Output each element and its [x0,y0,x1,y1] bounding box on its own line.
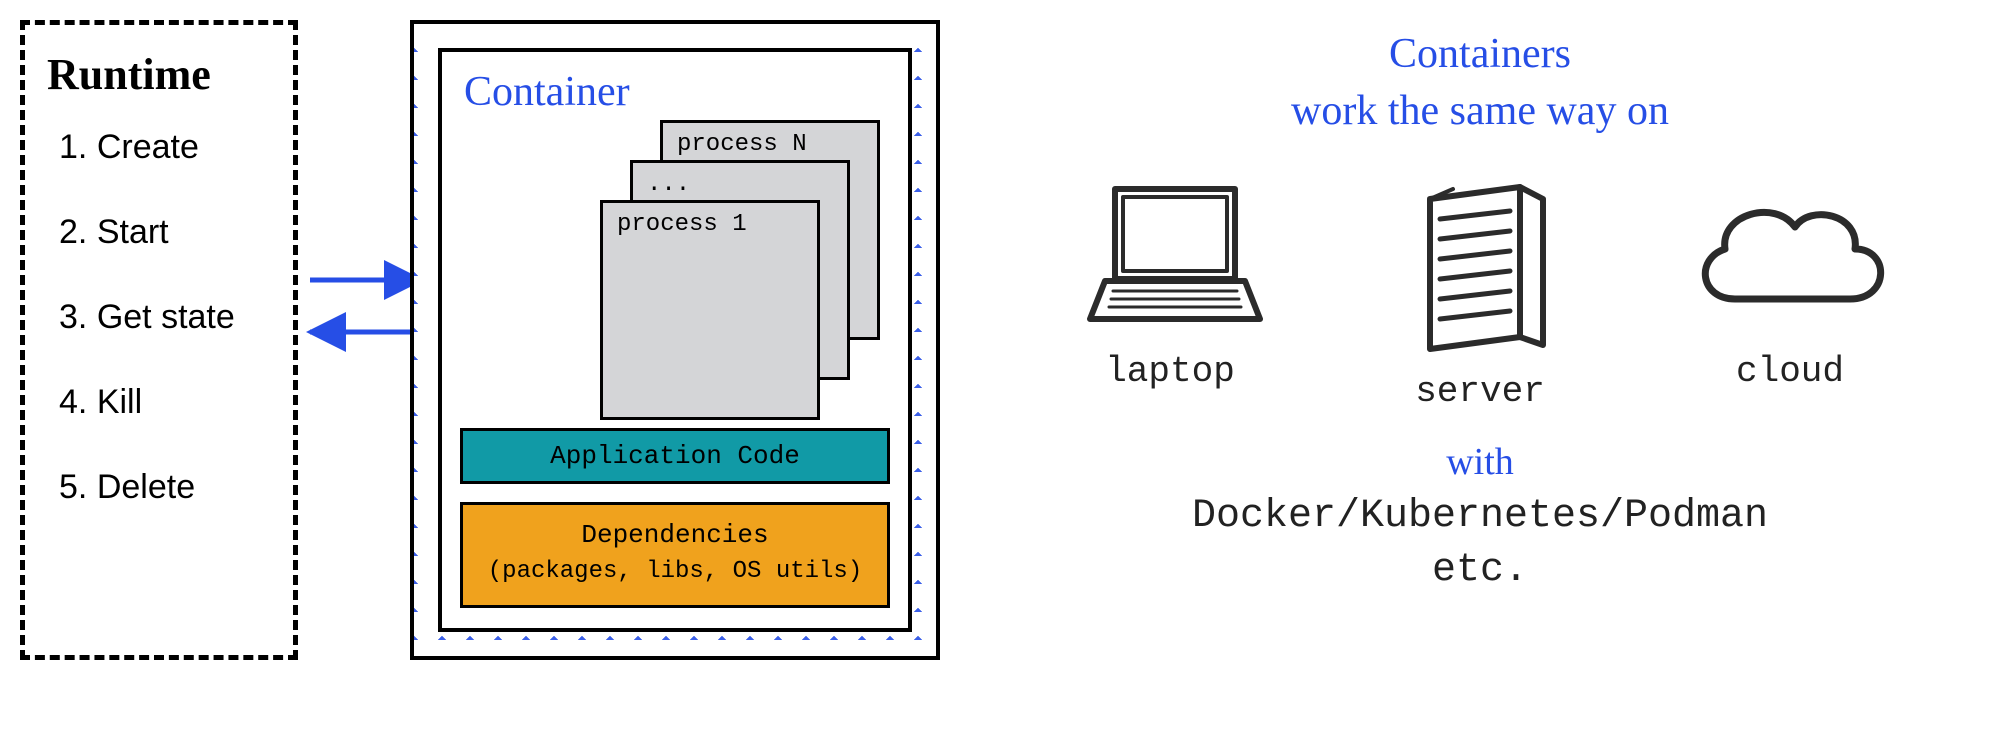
runtime-op-delete: Delete [59,468,271,507]
tagline-line2: work the same way on [1291,88,1669,134]
dependencies-title: Dependencies [581,520,768,550]
env-server-label: server [1415,371,1545,412]
server-icon [1395,169,1565,359]
diagram-stage: Runtime Create Start Get state Kill Dele… [20,20,1980,723]
tagline: Containers work the same way on [990,26,1970,139]
container-inner: Container process N ... process 1 Applic… [438,48,912,632]
tools-line1: Docker/Kubernetes/Podman [1192,494,1768,539]
container-box: Container process N ... process 1 Applic… [410,20,940,660]
env-cloud-label: cloud [1736,351,1844,392]
process-stack: process N ... process 1 [460,112,890,412]
environments-row: laptop server [990,169,1970,412]
application-code-box: Application Code [460,428,890,484]
with-label: with [990,440,1970,484]
dependencies-subtitle: (packages, libs, OS utils) [469,555,881,590]
env-server: server [1355,169,1605,412]
process-card-1-label: process 1 [617,211,747,238]
runtime-ops-list: Create Start Get state Kill Delete [47,128,271,507]
portability-caption: Containers work the same way on laptop [990,20,1970,598]
process-card-n-label: process N [677,131,807,158]
container-title: Container [464,68,890,116]
laptop-icon [1075,169,1265,339]
tools-line2: etc. [1432,548,1528,593]
runtime-op-start: Start [59,213,271,252]
tagline-line1: Containers [1389,31,1571,77]
runtime-box: Runtime Create Start Get state Kill Dele… [20,20,298,660]
process-card-1: process 1 [600,200,820,420]
runtime-title: Runtime [47,49,271,100]
runtime-op-getstate: Get state [59,298,271,337]
application-code-label: Application Code [550,441,800,471]
process-card-mid-label: ... [647,171,690,198]
dependencies-box: Dependencies (packages, libs, OS utils) [460,502,890,608]
env-laptop-label: laptop [1105,351,1235,392]
runtime-op-kill: Kill [59,383,271,422]
env-cloud: cloud [1665,169,1915,412]
env-laptop: laptop [1045,169,1295,412]
cloud-icon [1680,169,1900,339]
tools-text: Docker/Kubernetes/Podman etc. [990,490,1970,598]
runtime-op-create: Create [59,128,271,167]
